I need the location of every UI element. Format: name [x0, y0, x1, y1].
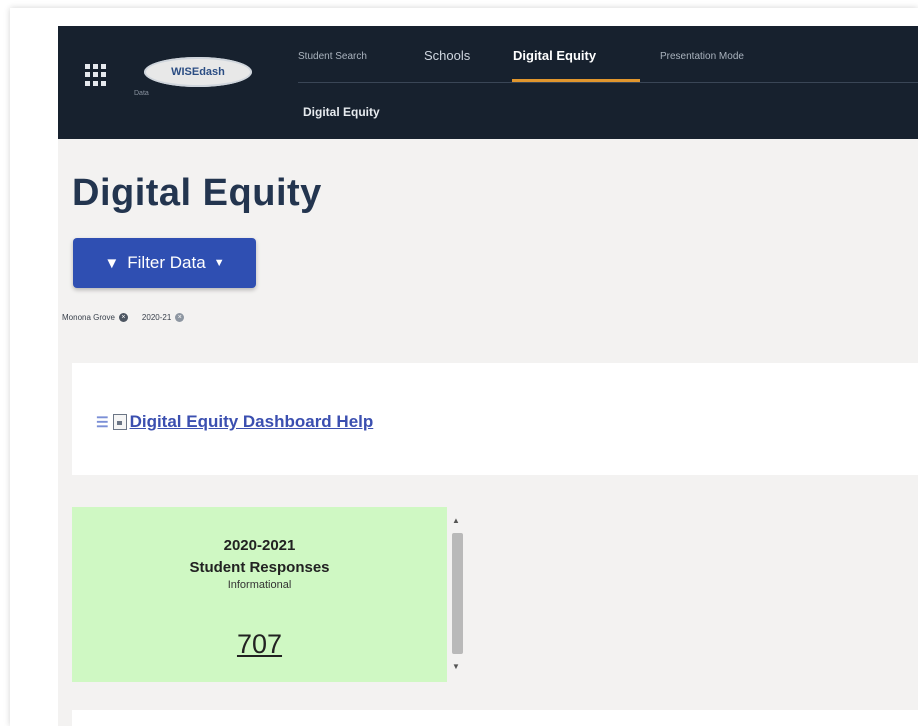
next-panel-edge — [72, 710, 918, 726]
filter-button-label: Filter Data — [127, 253, 206, 272]
filter-chip-year: 2020-21 × — [141, 313, 185, 322]
tab-schools[interactable]: Schools — [424, 48, 470, 63]
card-year: 2020-2021 — [223, 537, 296, 554]
dashboard-help-link[interactable]: ☰ Digital Equity Dashboard Help — [96, 412, 373, 432]
filter-chip-district: Monona Grove × — [62, 313, 128, 322]
help-link-text: Digital Equity Dashboard Help — [129, 412, 374, 431]
scroll-down-icon[interactable]: ▼ — [452, 662, 460, 671]
student-responses-card: 2020-2021 Student Responses Informationa… — [72, 507, 447, 682]
chevron-down-icon: ▼ — [213, 257, 225, 269]
logo-text: WISEdash — [171, 66, 225, 78]
remove-filter-icon[interactable]: × — [175, 313, 185, 322]
apps-grid-icon[interactable] — [85, 64, 107, 86]
tab-digital-equity[interactable]: Digital Equity — [513, 48, 596, 63]
top-navbar: WISEdash Data Student Search Schools Dig… — [58, 26, 918, 139]
help-panel: ☰ Digital Equity Dashboard Help — [72, 363, 918, 475]
card-subtitle: Informational — [227, 579, 292, 591]
document-icon — [112, 414, 127, 430]
filter-chip-label: Monona Grove — [62, 313, 115, 322]
list-icon: ☰ — [96, 413, 109, 430]
app-window: WISEdash Data Student Search Schools Dig… — [58, 26, 918, 726]
wisedash-logo[interactable]: WISEdash — [144, 57, 252, 87]
card-scrollbar[interactable]: ▲ ▼ — [449, 516, 463, 676]
filter-chip-label: 2020-21 — [141, 313, 172, 322]
card-title: Student Responses — [189, 559, 330, 576]
tab-student-search[interactable]: Student Search — [298, 51, 367, 62]
scroll-up-icon[interactable]: ▲ — [452, 516, 460, 525]
active-filters: Monona Grove × 2020-21 × — [62, 313, 198, 322]
tab-presentation-mode[interactable]: Presentation Mode — [660, 51, 744, 62]
filter-data-button[interactable]: ▼ Filter Data ▼ — [73, 238, 256, 288]
funnel-icon: ▼ — [104, 254, 120, 272]
subnav-digital-equity[interactable]: Digital Equity — [303, 105, 380, 119]
logo-subtitle: Data — [134, 90, 149, 97]
card-value-link[interactable]: 707 — [72, 629, 447, 660]
scrollbar-thumb[interactable] — [452, 533, 463, 654]
nav-divider — [298, 82, 918, 83]
remove-filter-icon[interactable]: × — [118, 313, 128, 322]
page-title: Digital Equity — [72, 172, 322, 214]
